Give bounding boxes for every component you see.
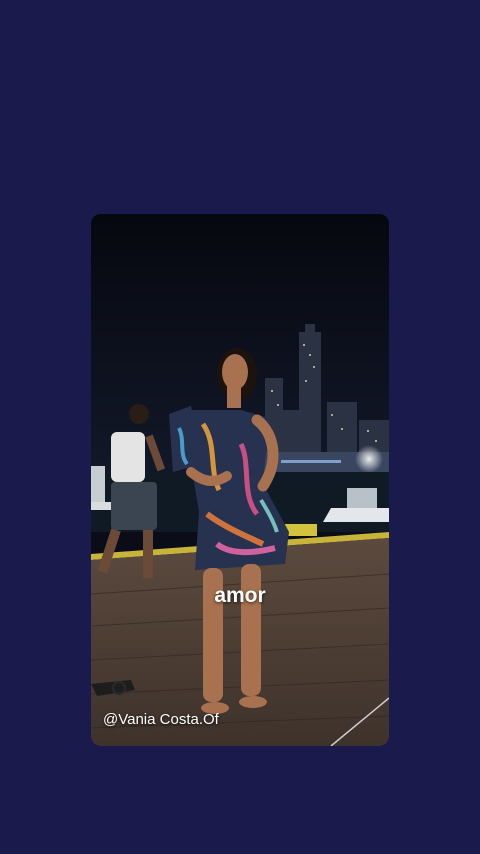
video-caption: amor (214, 584, 266, 607)
video-card[interactable]: amor @Vania Costa.Of (91, 214, 389, 746)
video-frame (91, 214, 389, 746)
creator-handle[interactable]: @Vania Costa.Of (103, 711, 219, 728)
